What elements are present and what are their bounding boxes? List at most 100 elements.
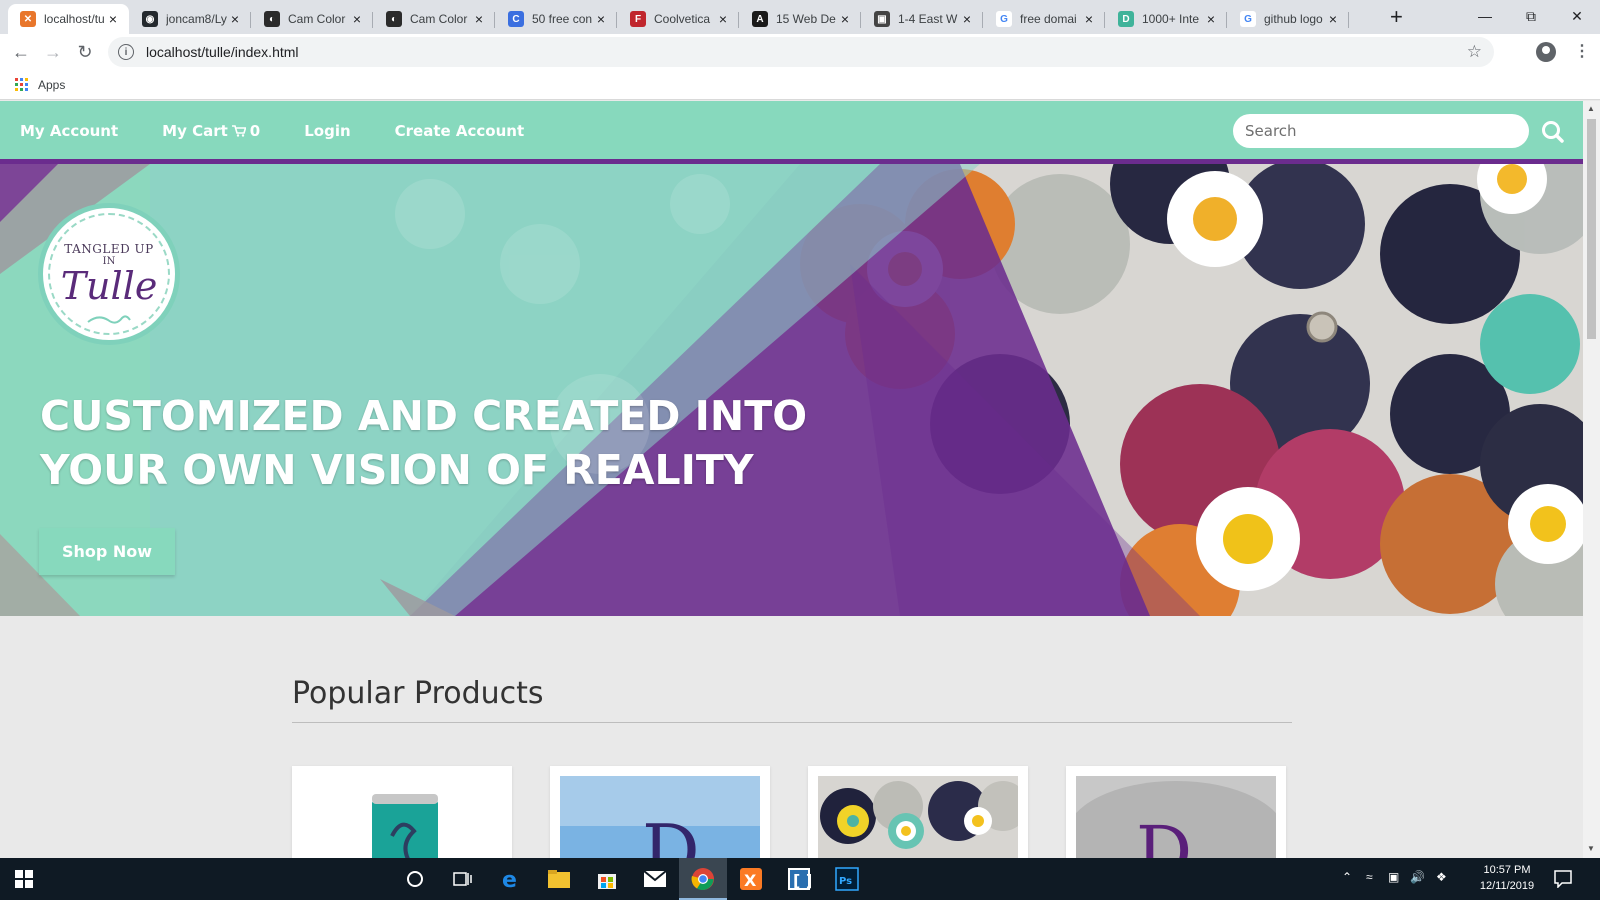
browser-tab[interactable]: ▣ 1-4 East W ×	[862, 4, 983, 34]
my-account-label: My Account	[20, 122, 119, 140]
brand-logo[interactable]: TANGLED UP IN Tulle	[38, 203, 180, 345]
browser-tab[interactable]: ◐ Cam Color ×	[252, 4, 373, 34]
browser-tab[interactable]: A 15 Web De ×	[740, 4, 861, 34]
address-bar[interactable]: i localhost/tulle/index.html ☆	[108, 37, 1494, 67]
search-icon[interactable]	[1540, 119, 1566, 145]
login-link[interactable]: Login	[304, 122, 350, 140]
tab-close-icon[interactable]: ×	[1325, 11, 1341, 27]
bookmark-star-icon[interactable]: ☆	[1467, 42, 1482, 62]
apps-bookmark[interactable]: Apps	[38, 78, 65, 92]
product-card[interactable]: D	[1066, 766, 1286, 858]
browser-tab[interactable]: C 50 free con ×	[496, 4, 617, 34]
tab-close-icon[interactable]: ×	[471, 11, 487, 27]
product-card[interactable]	[292, 766, 512, 858]
wifi-icon[interactable]: ≈	[1366, 870, 1373, 884]
tab-close-icon[interactable]: ×	[959, 11, 975, 27]
task-view-icon[interactable]	[439, 858, 487, 900]
brackets-icon[interactable]: [ ]	[775, 858, 823, 900]
tab-favicon-icon: G	[1240, 11, 1256, 27]
back-icon[interactable]: ←	[9, 40, 33, 64]
my-cart-label: My Cart	[162, 122, 228, 140]
tab-favicon-icon: ◉	[142, 11, 158, 27]
create-account-link[interactable]: Create Account	[395, 122, 525, 140]
start-button[interactable]	[0, 858, 48, 900]
browser-menu-icon[interactable]: ⋮	[1574, 42, 1590, 62]
tab-close-icon[interactable]: ×	[1203, 11, 1219, 27]
site-info-icon[interactable]: i	[118, 44, 134, 60]
svg-text:D: D	[1136, 811, 1192, 858]
profile-avatar-icon[interactable]	[1536, 42, 1556, 62]
product-image-flower-badges[interactable]	[818, 776, 1018, 858]
scroll-down-icon[interactable]: ▼	[1587, 844, 1595, 853]
scrollbar-thumb[interactable]	[1587, 119, 1596, 339]
product-card[interactable]	[808, 766, 1028, 858]
browser-tab[interactable]: Gfree domai ×	[984, 4, 1105, 34]
tab-title: 50 free con	[532, 12, 593, 26]
tab-close-icon[interactable]: ×	[1081, 11, 1097, 27]
cart-icon	[231, 125, 246, 137]
system-clock[interactable]: 10:57 PM 12/11/2019	[1470, 862, 1544, 894]
address-url[interactable]: localhost/tulle/index.html	[146, 44, 299, 60]
product-image-tumbler[interactable]	[302, 776, 502, 858]
windows-taskbar: e X [ ] Ps ⌃ ≈ ▣ 🔊 ❖ 10:57 PM 12/11/2019	[0, 858, 1600, 900]
tab-separator	[372, 12, 373, 28]
cortana-search-icon[interactable]	[391, 858, 439, 900]
product-image-monogram-plate[interactable]: D	[1076, 776, 1276, 858]
product-card[interactable]: D	[550, 766, 770, 858]
apps-grid-icon[interactable]	[15, 78, 28, 91]
dropbox-icon[interactable]: ❖	[1436, 870, 1447, 884]
windows-logo-icon	[15, 870, 33, 888]
file-explorer-icon[interactable]	[535, 858, 583, 900]
product-image-monogram-glass[interactable]: D	[560, 776, 760, 858]
tab-title: free domai	[1020, 12, 1077, 26]
forward-icon[interactable]: →	[41, 40, 65, 64]
tab-separator	[1104, 12, 1105, 28]
browser-tab[interactable]: Ggithub logo ×	[1228, 4, 1349, 34]
chrome-taskbar-icon[interactable]	[679, 858, 727, 900]
tab-favicon-icon: ▣	[874, 11, 890, 27]
page-scrollbar[interactable]: ▲ ▼	[1583, 101, 1600, 858]
close-window-button[interactable]: ✕	[1554, 0, 1600, 32]
popular-products-section: Popular Products	[292, 676, 1292, 723]
tab-close-icon[interactable]: ×	[715, 11, 731, 27]
tab-separator	[616, 12, 617, 28]
mail-icon[interactable]	[631, 858, 679, 900]
notifications-icon[interactable]	[1554, 870, 1572, 888]
browser-tab[interactable]: ✕ localhost/tulle×	[8, 4, 129, 34]
tab-separator	[1226, 12, 1227, 28]
my-cart-link[interactable]: My Cart 0	[162, 122, 260, 140]
minimize-button[interactable]: —	[1462, 0, 1508, 32]
tab-close-icon[interactable]: ×	[105, 11, 121, 27]
tab-title: Cam Color	[410, 12, 468, 26]
browser-tab[interactable]: F Coolvetica ×	[618, 4, 739, 34]
photoshop-icon[interactable]: Ps	[823, 858, 871, 900]
edge-browser-icon[interactable]: e	[487, 858, 535, 900]
network-icon[interactable]: ▣	[1388, 870, 1399, 884]
store-icon[interactable]	[583, 858, 631, 900]
tab-close-icon[interactable]: ×	[593, 11, 609, 27]
svg-text:X: X	[744, 871, 757, 890]
bookmarks-bar: Apps	[0, 70, 1600, 100]
browser-tab[interactable]: ◉ joncam8/Ly ×	[130, 4, 251, 34]
volume-icon[interactable]: 🔊	[1410, 870, 1425, 884]
tab-close-icon[interactable]: ×	[227, 11, 243, 27]
xampp-icon[interactable]: X	[727, 858, 775, 900]
browser-tab[interactable]: D 1000+ Inte ×	[1106, 4, 1227, 34]
new-tab-button[interactable]: +	[1390, 5, 1403, 29]
scroll-up-icon[interactable]: ▲	[1587, 104, 1595, 113]
tab-favicon-icon: F	[630, 11, 646, 27]
tab-favicon-icon: G	[996, 11, 1012, 27]
hero-headline-line1: CUSTOMIZED AND CREATED INTO	[40, 392, 808, 440]
browser-tab[interactable]: ◐ Cam Color ×	[374, 4, 495, 34]
tab-close-icon[interactable]: ×	[837, 11, 853, 27]
clock-time: 10:57 PM	[1483, 864, 1531, 876]
shop-now-button[interactable]: Shop Now	[39, 528, 175, 575]
tab-close-icon[interactable]: ×	[349, 11, 365, 27]
tab-title: Cam Color	[288, 12, 346, 26]
search-input[interactable]	[1233, 114, 1529, 148]
reload-icon[interactable]: ↻	[73, 40, 97, 64]
my-account-link[interactable]: My Account	[20, 122, 118, 140]
tab-title: Coolvetica	[654, 12, 711, 26]
restore-button[interactable]: ⧉	[1508, 0, 1554, 32]
show-hidden-icons[interactable]: ⌃	[1342, 870, 1352, 884]
